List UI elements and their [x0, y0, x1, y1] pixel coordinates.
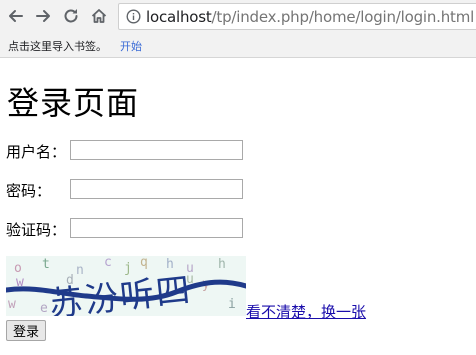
svg-text:i: i [228, 297, 236, 312]
captcha-image[interactable]: o t n c j q h u h w u y e i w d 苏汾听四 [6, 256, 246, 316]
back-arrow-icon [9, 10, 23, 22]
svg-text:h: h [166, 257, 174, 272]
username-input[interactable] [70, 140, 243, 160]
bookmarks-import-prompt: 点击这里导入书签。 [8, 40, 107, 53]
captcha-label: 验证码： [6, 221, 67, 239]
svg-text:h: h [218, 257, 226, 272]
username-label: 用户名： [6, 143, 67, 161]
svg-text:e: e [40, 301, 48, 316]
back-button[interactable] [5, 5, 27, 27]
reload-button[interactable] [60, 5, 82, 27]
home-icon [91, 9, 107, 23]
home-button[interactable] [88, 5, 110, 27]
reload-icon [64, 9, 78, 23]
bookmarks-start-link[interactable]: 开始 [120, 38, 142, 54]
svg-text:j: j [124, 261, 132, 276]
svg-text:t: t [42, 257, 50, 272]
svg-text:o: o [14, 261, 22, 276]
address-bar[interactable]: localhost/tp/index.php/home/login/login.… [118, 3, 476, 30]
password-label: 密码： [6, 182, 52, 200]
captcha-refresh-link[interactable]: 看不清楚，换一张 [246, 301, 366, 322]
page-title: 登录页面 [7, 84, 140, 122]
forward-arrow-icon [36, 10, 50, 22]
browser-toolbar: localhost/tp/index.php/home/login/login.… [0, 0, 476, 33]
info-icon[interactable] [126, 9, 141, 24]
svg-text:w: w [8, 297, 16, 312]
url-path: /tp/index.php/home/login/login.html [211, 8, 475, 26]
bookmarks-bar: 点击这里导入书签。 开始 [0, 33, 476, 58]
svg-text:q: q [140, 256, 148, 270]
url-text: localhost/tp/index.php/home/login/login.… [146, 8, 474, 26]
svg-text:n: n [76, 263, 84, 278]
password-input[interactable] [70, 179, 243, 199]
forward-button[interactable] [32, 5, 54, 27]
url-host: localhost [146, 8, 212, 26]
captcha-input[interactable] [70, 218, 243, 238]
svg-text:c: c [104, 256, 112, 270]
login-submit-button[interactable]: 登录 [6, 320, 47, 341]
